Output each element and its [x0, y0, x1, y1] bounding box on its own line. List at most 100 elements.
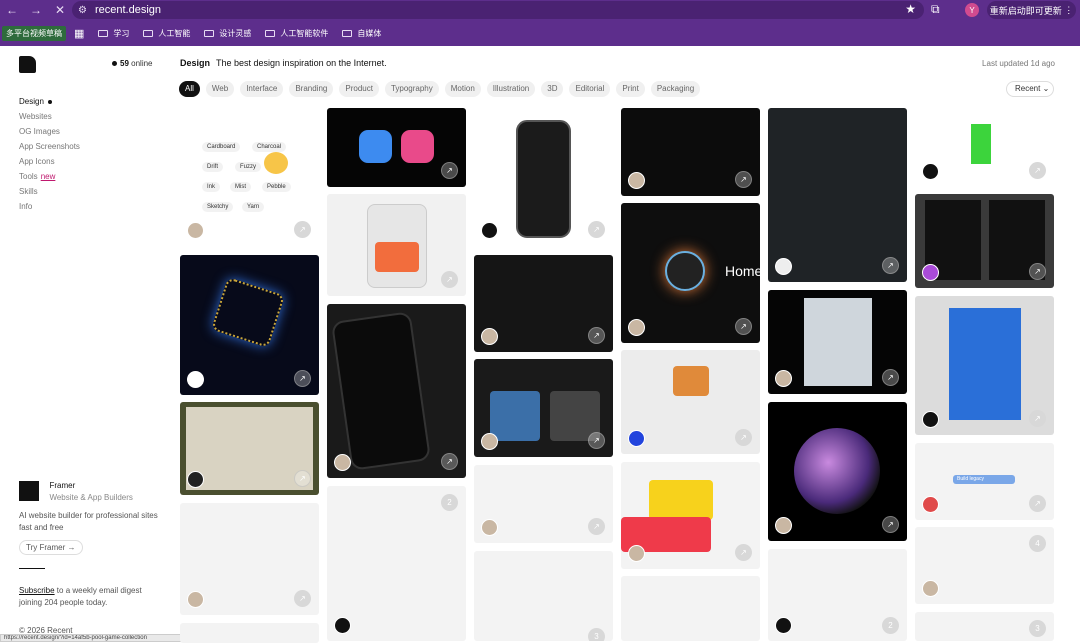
arrow-up-right-icon[interactable]: ↗ [735, 171, 752, 188]
design-card[interactable]: ↗ [915, 108, 1054, 187]
recent-logo[interactable] [19, 56, 36, 73]
arrow-up-right-icon[interactable]: ↗ [588, 221, 605, 238]
framer-ad[interactable]: Framer Website & App Builders AI website… [19, 481, 159, 555]
filter-product[interactable]: Product [339, 81, 379, 97]
design-card[interactable]: Cardboard Charcoal Drift Fuzzy Ink Mist … [180, 108, 319, 246]
filter-web[interactable]: Web [205, 81, 235, 97]
design-card[interactable]: ↗ [768, 402, 907, 541]
filter-editorial[interactable]: Editorial [569, 81, 611, 97]
arrow-up-right-icon[interactable]: ↗ [735, 544, 752, 561]
sort-dropdown[interactable]: Recent ⌄ [1006, 81, 1054, 97]
bookmark-star-icon[interactable]: ★ [905, 2, 916, 16]
arrow-up-right-icon[interactable]: ↗ [294, 470, 311, 487]
design-card[interactable]: ↗ [474, 465, 613, 543]
design-card[interactable]: ↗ [474, 255, 613, 352]
arrow-up-right-icon[interactable]: ↗ [441, 453, 458, 470]
bookmark-folder-design[interactable]: 设计灵感 [204, 28, 251, 39]
design-card[interactable]: ↗ [621, 462, 760, 569]
design-card[interactable]: ↗ [474, 359, 613, 457]
sidebar-item-og-images[interactable]: OG Images [19, 124, 80, 139]
design-card[interactable]: ↗ [768, 290, 907, 394]
sidebar-item-info[interactable]: Info [19, 199, 80, 214]
design-card[interactable]: Build legacy ↗ [915, 443, 1054, 520]
arrow-up-right-icon[interactable]: ↗ [1029, 162, 1046, 179]
sidebar-item-skills[interactable]: Skills [19, 184, 80, 199]
arrow-up-right-icon[interactable]: ↗ [588, 432, 605, 449]
arrow-up-right-icon[interactable]: ↗ [588, 518, 605, 535]
arrow-up-right-icon[interactable]: ↗ [441, 271, 458, 288]
bookmark-folder-ai-software[interactable]: 人工智能软件 [265, 28, 328, 39]
arrow-up-right-icon[interactable]: ↗ [1029, 495, 1046, 512]
restart-label: 重新启动即可更新 [989, 5, 1062, 16]
arrow-up-right-icon[interactable]: ↗ [294, 590, 311, 607]
bookmark-folder-ai[interactable]: 人工智能 [143, 28, 190, 39]
profile-avatar[interactable]: Y [965, 3, 979, 17]
design-card[interactable]: ↗ [327, 304, 466, 478]
site-settings-icon[interactable]: ⚙ [78, 5, 87, 16]
arrow-up-right-icon[interactable]: ↗ [1029, 410, 1046, 427]
filter-interface[interactable]: Interface [240, 81, 284, 97]
filter-illustration[interactable]: Illustration [486, 81, 536, 97]
close-icon[interactable]: ✕ [48, 0, 72, 20]
arrow-up-right-icon[interactable]: ↗ [882, 516, 899, 533]
design-card[interactable]: 4 [915, 527, 1054, 604]
mesh-illustration [210, 277, 286, 348]
bookmark-folder-media[interactable]: 自媒体 [342, 28, 381, 39]
arrow-up-right-icon[interactable]: ↗ [441, 162, 458, 179]
arrow-up-right-icon[interactable]: ↗ [1029, 263, 1046, 280]
design-card[interactable]: ↗ [180, 255, 319, 395]
apps-grid-icon[interactable]: ▦ [74, 27, 84, 40]
sidebar-item-app-screenshots[interactable]: App Screenshots [19, 139, 80, 154]
design-card[interactable]: 2 [327, 486, 466, 641]
link-status-url: https://recent.design/?id=14af5b-pool-ga… [0, 634, 190, 642]
filter-print[interactable]: Print [616, 81, 645, 97]
sidebar-item-websites[interactable]: Websites [19, 109, 80, 124]
design-card[interactable]: ↗ [621, 108, 760, 196]
filter-typography[interactable]: Typography [384, 81, 439, 97]
url-text[interactable]: recent.design [95, 4, 161, 16]
try-framer-button[interactable]: Try Framer → [19, 540, 83, 555]
app-icon [401, 130, 434, 163]
design-card[interactable]: ↗ [180, 402, 319, 495]
avatar [187, 371, 204, 388]
design-card[interactable]: 2 [768, 549, 907, 641]
restart-update-button[interactable]: 重新启动即可更新 ⋮ [987, 1, 1076, 19]
design-card[interactable] [180, 623, 319, 643]
arrow-up-right-icon[interactable]: ↗ [735, 318, 752, 335]
design-card[interactable]: ↗ [327, 194, 466, 296]
sidebar-item-design[interactable]: Design [19, 94, 80, 109]
filter-3d[interactable]: 3D [541, 81, 564, 97]
arrow-up-right-icon[interactable]: ↗ [882, 257, 899, 274]
online-indicator: 59 online [112, 59, 153, 68]
sidebar-item-app-icons[interactable]: App Icons [19, 154, 80, 169]
design-card[interactable]: 3 [474, 551, 613, 641]
arrow-up-right-icon[interactable]: ↗ [294, 221, 311, 238]
forward-icon[interactable]: → [24, 0, 48, 20]
bookmark-folder-study[interactable]: 学习 [98, 28, 129, 39]
filter-branding[interactable]: Branding [289, 81, 334, 97]
arrow-up-right-icon[interactable]: ↗ [882, 369, 899, 386]
design-card[interactable] [621, 576, 760, 641]
design-card[interactable]: ↗ [180, 503, 319, 615]
subscribe-link[interactable]: Subscribe [19, 586, 55, 595]
bookmark-video-drafts[interactable]: 多平台视频草稿 [2, 25, 66, 41]
back-icon[interactable]: ← [0, 0, 24, 20]
design-card[interactable]: ↗ [327, 108, 466, 187]
arrow-up-right-icon[interactable]: ↗ [588, 327, 605, 344]
filter-packaging[interactable]: Packaging [650, 81, 701, 97]
address-bar[interactable]: ⚙ recent.design ★ [72, 1, 924, 19]
design-card[interactable]: ↗ [474, 108, 613, 246]
arrow-up-right-icon[interactable]: ↗ [735, 429, 752, 446]
design-card[interactable]: ↗ [915, 296, 1054, 435]
filter-all[interactable]: All [179, 81, 200, 97]
design-card[interactable]: ↗ [768, 108, 907, 282]
design-card[interactable]: ↗ [621, 350, 760, 454]
avatar [922, 411, 939, 428]
design-card[interactable]: 3 [915, 612, 1054, 641]
arrow-up-right-icon[interactable]: ↗ [294, 370, 311, 387]
filter-motion[interactable]: Motion [444, 81, 481, 97]
extensions-icon[interactable]: ⧉ [931, 2, 940, 17]
sidebar-item-tools[interactable]: Tools new [19, 169, 80, 184]
design-card[interactable]: ↗ [915, 194, 1054, 288]
design-card[interactable]: Home ↗ [621, 203, 760, 343]
